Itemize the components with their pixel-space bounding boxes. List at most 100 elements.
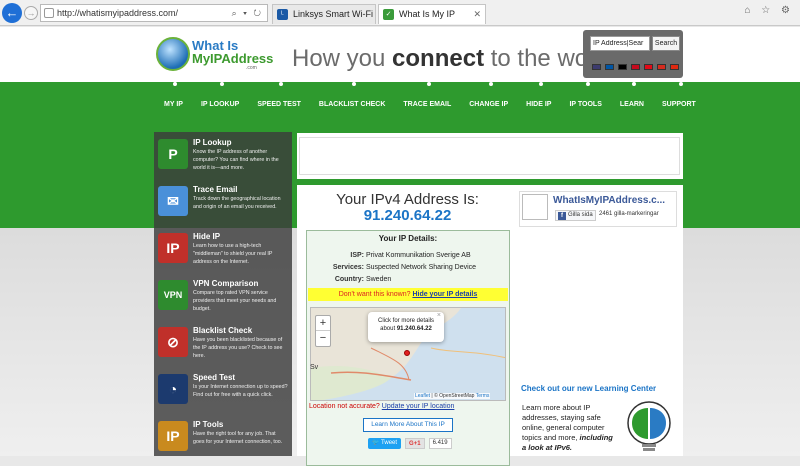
sidebar-item-desc: Have you been blacklisted because of the… xyxy=(193,337,283,359)
nav-item-support[interactable]: SUPPORT xyxy=(653,82,705,111)
lookup-icon: P xyxy=(158,139,188,169)
sidebar-item-title: Speed Test xyxy=(193,373,236,382)
sidebar-item[interactable]: ⊘ Blacklist Check Have you been blackliste… xyxy=(154,324,292,370)
nav-item-ip-tools[interactable]: IP TOOLS xyxy=(560,82,610,111)
sidebar-item-desc: Track down the geographical location and… xyxy=(193,196,281,210)
sidebar-item[interactable]: IP IP Tools Have the right tool for any jo… xyxy=(154,418,292,464)
address-controls[interactable]: ⌕ ▾ ↻ xyxy=(232,5,263,21)
sidebar-item-title: IP Tools xyxy=(193,420,224,429)
map-attribution: Leaflet | © OpenStreetMap Terms xyxy=(414,393,491,399)
search-button[interactable]: Search xyxy=(652,36,680,51)
browser-toolbar: ← → http://whatismyipaddress.com/ ⌕ ▾ ↻ … xyxy=(0,0,800,37)
nav-item-speed-test[interactable]: SPEED TEST xyxy=(248,82,310,111)
tagline: How you connect to the world xyxy=(292,45,615,72)
hide-ip-link[interactable]: Hide your IP details xyxy=(412,291,477,298)
sidebar-item-desc: Have the right tool for any job. That go… xyxy=(193,431,283,445)
language-flag-icon[interactable] xyxy=(670,64,679,70)
sidebar-item[interactable]: ◔ Speed Test Is your Internet connection u… xyxy=(154,371,292,417)
tab-whatismyip[interactable]: ✓ What Is My IP Address? IP A... ✕ xyxy=(378,4,486,37)
main-nav: MY IP IP LOOKUP SPEED TEST BLACKLIST CHECK T… xyxy=(155,82,705,111)
zoom-out-button[interactable]: − xyxy=(316,331,330,346)
language-flag-icon[interactable] xyxy=(605,64,614,70)
nav-item-hide-ip[interactable]: HIDE IP xyxy=(517,82,560,111)
sidebar-item[interactable]: ✉ Trace Email Track down the geographical … xyxy=(154,183,292,229)
sidebar-item-title: Blacklist Check xyxy=(193,326,253,335)
country-row: Country: Sweden xyxy=(334,276,392,283)
sidebar-item-desc: Learn how to use a high-tech "middleman"… xyxy=(193,243,273,265)
blacklist-icon: ⊘ xyxy=(158,327,188,357)
hide-ip-warning: Don't want this known? Hide your IP deta… xyxy=(308,288,508,301)
ad-banner[interactable] xyxy=(299,137,680,175)
sidebar-item[interactable]: P IP Lookup Know the IP address of another… xyxy=(154,136,292,182)
back-arrow-icon[interactable]: ← xyxy=(2,3,22,23)
facebook-like-button[interactable]: f Gilla sida xyxy=(555,210,596,221)
language-flags xyxy=(592,64,679,72)
address-bar[interactable]: http://whatismyipaddress.com/ ⌕ ▾ ↻ xyxy=(40,4,268,22)
page-content: What Is MyIPAddress .com How you connect… xyxy=(0,27,800,466)
gplus-count: 6.419 xyxy=(428,438,452,449)
search-input[interactable] xyxy=(590,36,650,51)
map-zoom-control: + − xyxy=(315,315,331,347)
location-feedback: Location not accurate? Update your IP lo… xyxy=(309,403,455,410)
ip-address: 91.240.64.22 xyxy=(363,207,452,224)
incognito-icon: IP xyxy=(158,233,188,263)
sidebar-item[interactable]: VPN VPN Comparison Compare top rated VPN s… xyxy=(154,277,292,323)
sidebar-item[interactable]: IP Hide IP Learn how to use a high-tech "m… xyxy=(154,230,292,276)
map-pin-icon[interactable] xyxy=(404,350,410,356)
sidebar-item-title: VPN Comparison xyxy=(193,279,259,288)
details-title: Your IP Details: xyxy=(378,234,438,243)
home-star-gear-icons[interactable]: ⌂ ☆ ⚙ xyxy=(744,5,794,16)
language-flag-icon[interactable] xyxy=(631,64,640,70)
nav-item-blacklist-check[interactable]: BLACKLIST CHECK xyxy=(310,82,395,111)
nav-item-trace-email[interactable]: TRACE EMAIL xyxy=(394,82,460,111)
language-flag-icon[interactable] xyxy=(592,64,601,70)
nav-item-my-ip[interactable]: MY IP xyxy=(155,82,192,111)
linksys-favicon-icon: ᴸ xyxy=(277,9,288,20)
logo-globe-icon[interactable] xyxy=(156,37,190,71)
facebook-page-name[interactable]: WhatIsMyIPAddress.c... xyxy=(553,195,665,206)
map-pin-icon: ✉ xyxy=(158,186,188,216)
tweet-button[interactable]: 🐦 Tweet xyxy=(368,438,402,449)
sidebar-item-desc: Compare top rated VPN service providers … xyxy=(193,290,277,312)
sidebar-item-title: IP Lookup xyxy=(193,138,232,147)
learn-more-button[interactable]: Learn More About This IP xyxy=(363,418,453,432)
language-flag-icon[interactable] xyxy=(644,64,653,70)
speedometer-icon: ◔ xyxy=(158,374,188,404)
services-row: Services: Suspected Network Sharing Devi… xyxy=(332,264,477,271)
sidebar-item-title: Hide IP xyxy=(193,232,221,241)
update-location-link[interactable]: Update your IP location xyxy=(382,403,455,410)
map-place-label: Sv xyxy=(310,364,319,371)
sidebar-item-title: Trace Email xyxy=(193,185,238,194)
close-icon[interactable]: × xyxy=(437,312,441,320)
close-icon[interactable]: ✕ xyxy=(473,5,481,23)
sidebar: P IP Lookup Know the IP address of another… xyxy=(154,132,292,456)
vpn-icon: VPN xyxy=(158,280,188,310)
facebook-icon: f xyxy=(558,212,566,220)
zoom-in-button[interactable]: + xyxy=(316,316,330,331)
map-popup[interactable]: × Click for more details about 91.240.64… xyxy=(368,312,444,342)
learning-center-title[interactable]: Check out our new Learning Center xyxy=(521,384,656,393)
isp-value: Privat Kommunikation Sverige AB xyxy=(365,252,471,259)
address-url: http://whatismyipaddress.com/ xyxy=(57,8,179,18)
popup-line1: Click for more details xyxy=(377,318,434,324)
services-value: Suspected Network Sharing Device xyxy=(365,264,477,271)
toolbox-icon: IP xyxy=(158,421,188,451)
tab-linksys[interactable]: ᴸ Linksys Smart Wi-Fi xyxy=(272,4,376,24)
nav-item-learn[interactable]: LEARN xyxy=(611,82,653,111)
forward-arrow-icon[interactable]: → xyxy=(24,6,38,20)
nav-item-change-ip[interactable]: CHANGE IP xyxy=(460,82,517,111)
popup-line2: about 91.240.64.22 xyxy=(380,326,432,332)
site-logo[interactable]: What Is MyIPAddress xyxy=(192,39,273,65)
whatismyip-favicon-icon: ✓ xyxy=(383,9,394,20)
logo-dotcom: .com xyxy=(246,65,257,71)
tab-label: Linksys Smart Wi-Fi xyxy=(293,9,374,19)
sidebar-item-desc: Know the IP address of another computer?… xyxy=(193,149,279,171)
nav-item-ip-lookup[interactable]: IP LOOKUP xyxy=(192,82,248,111)
logo-line2: MyIPAddress xyxy=(192,51,274,66)
language-flag-icon[interactable] xyxy=(618,64,627,70)
social-buttons: 🐦 Tweet G+1 6.419 xyxy=(368,438,452,449)
lightbulb-brain-icon xyxy=(627,401,671,451)
gplus-button[interactable]: G+1 xyxy=(405,438,425,449)
language-flag-icon[interactable] xyxy=(657,64,666,70)
facebook-page-thumbnail[interactable] xyxy=(522,194,548,220)
